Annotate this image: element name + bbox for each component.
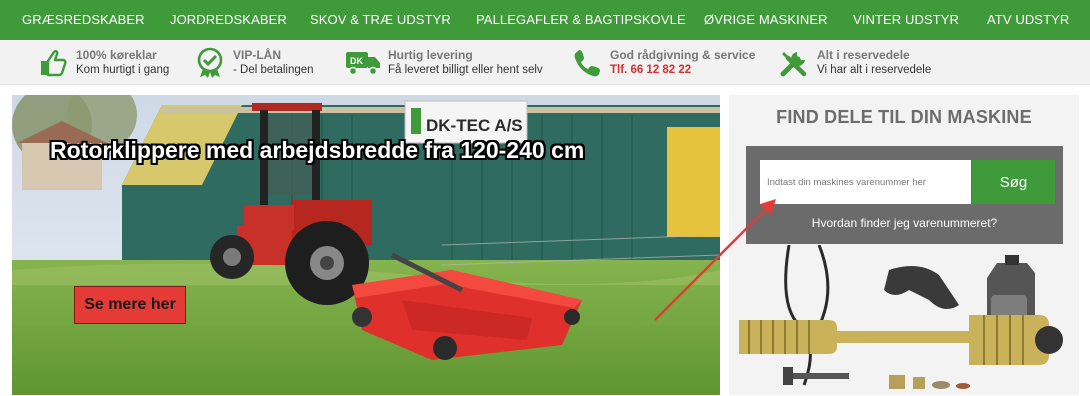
main-nav: GRÆSREDSKABER JORDREDSKABER SKOV & TRÆ U…	[0, 0, 1090, 40]
nav-item-skov-trae[interactable]: SKOV & TRÆ UDSTYR	[310, 0, 451, 40]
dk-badge: DK	[350, 56, 363, 66]
finder-search-box: Søg Hvordan finder jeg varenummeret?	[746, 146, 1063, 244]
usp-title: 100% køreklar	[76, 48, 157, 62]
hero-title: Rotorklippere med arbejdsbredde fra 120-…	[50, 137, 585, 163]
delivery-truck-icon: DK	[342, 46, 382, 80]
usp-sub: Vi har alt i reservedele	[817, 64, 932, 76]
part-finder: FIND DELE TIL DIN MASKINE Søg Hvordan fi…	[729, 95, 1079, 395]
nav-item-atv-udstyr[interactable]: ATV UDSTYR	[987, 0, 1069, 40]
usp-title: Hurtig levering	[388, 48, 473, 62]
usp-reservedele: Alt i reservedele Vi har alt i reservede…	[777, 44, 931, 82]
usp-title: VIP-LÅN	[233, 48, 281, 62]
part-number-input[interactable]	[760, 160, 971, 204]
dk-tec-sign: DK-TEC A/S	[426, 116, 523, 135]
nav-item-jordredskaber[interactable]: JORDREDSKABER	[170, 0, 287, 40]
usp-vip-laan: VIP-LÅN - Del betalingen	[193, 44, 314, 82]
usp-koereklar: 100% køreklar Kom hurtigt i gang	[36, 44, 169, 82]
hero-banner[interactable]: DK-TEC A/S Rotorklippere med arbejdsbred…	[12, 95, 720, 395]
usp-sub: Kom hurtigt i gang	[76, 64, 170, 76]
usp-hurtig-levering: DK Hurtig levering Få leveret billigt el…	[342, 44, 543, 82]
nav-item-vinter-udstyr[interactable]: VINTER UDSTYR	[853, 0, 959, 40]
nav-item-pallegafler[interactable]: PALLEGAFLER & BAGTIPSKOVLE	[476, 0, 686, 40]
usp-raadgivning: God rådgivning & service Tlf. 66 12 82 2…	[570, 44, 755, 82]
thumbs-up-icon	[36, 46, 70, 80]
spare-parts-image	[739, 245, 1063, 389]
phone-number-link[interactable]: Tlf. 66 12 82 22	[610, 63, 755, 78]
nav-item-oevrige-maskiner[interactable]: ØVRIGE MASKINER	[704, 0, 828, 40]
finder-title: FIND DELE TIL DIN MASKINE	[776, 107, 1032, 127]
search-button[interactable]: Søg	[972, 160, 1055, 204]
nav-item-graesredskaber[interactable]: GRÆSREDSKABER	[22, 0, 145, 40]
see-more-button[interactable]: Se mere her	[74, 286, 186, 324]
tools-icon	[777, 46, 811, 80]
usp-title: Alt i reservedele	[817, 48, 910, 62]
usp-sub: - Del betalingen	[233, 64, 314, 76]
usp-bar: 100% køreklar Kom hurtigt i gang VIP-LÅN…	[0, 40, 1090, 85]
phone-icon	[570, 46, 604, 80]
usp-title: God rådgivning & service	[610, 48, 756, 62]
find-part-number-help-link[interactable]: Hvordan finder jeg varenummeret?	[746, 216, 1063, 230]
check-badge-icon	[193, 46, 227, 80]
usp-sub: Få leveret billigt eller hent selv	[388, 64, 543, 76]
